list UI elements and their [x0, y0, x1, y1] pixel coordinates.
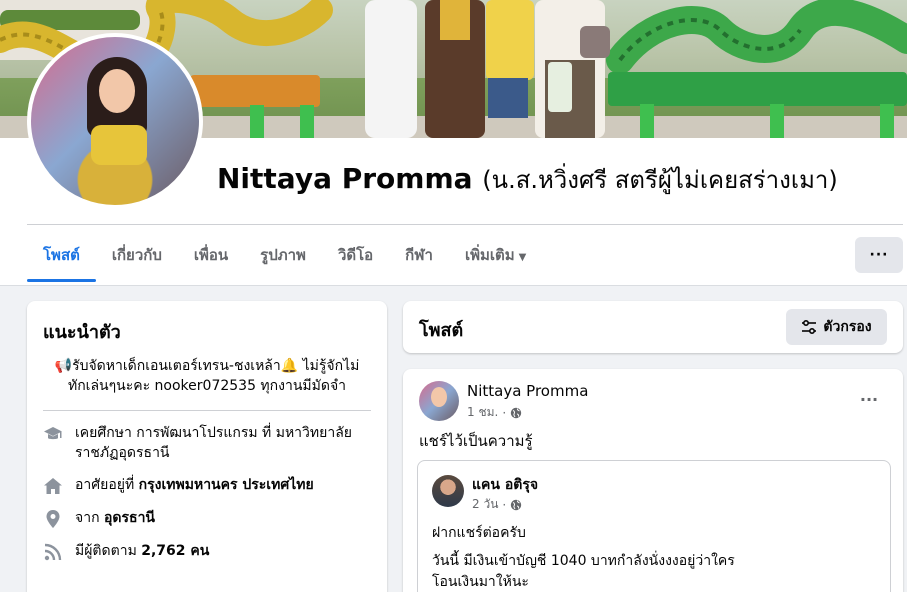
intro-from-place[interactable]: อุดรธานี [104, 510, 155, 526]
intro-education-text: เคยศึกษา การพัฒนาโปรแกรม ที่ มหาวิทยาลัย… [75, 423, 352, 463]
intro-bio-line1: 📢รับจัดหาเด็กเอนเตอร์เทรน-ชงเหล้า🔔 ไม่รู… [54, 358, 360, 374]
tab-photos[interactable]: รูปภาพ [244, 232, 322, 282]
tab-sports[interactable]: กีฬา [389, 232, 449, 282]
intro-from-text: จาก อุดรธานี [75, 508, 155, 528]
rss-icon [44, 543, 62, 561]
profile-avatar-image [31, 37, 199, 205]
shared-time[interactable]: 2 วัน [472, 495, 498, 514]
profile-alternate-name: (น.ส.หวิ่งศรี สตรีผู้ไม่เคยสร่างเมา) [482, 166, 838, 194]
tab-posts-label: โพสต์ [43, 246, 80, 264]
profile-more-button[interactable]: ··· [855, 237, 903, 273]
intro-lives-text: อาศัยอยู่ที่ กรุงเทพมหานคร ประเทศไทย [75, 475, 314, 495]
tab-photos-label: รูปภาพ [260, 246, 306, 264]
intro-bio-line2: ทักเล่นๆนะคะ nooker072535 ทุกงานมีมัดจำ [67, 378, 347, 394]
globe-icon [511, 499, 522, 510]
avatar-outfit [91, 125, 147, 165]
shared-text-line2: วันนี้ มีเงินเข้าบัญชี 1040 บาทกำลังนั่ง… [432, 553, 735, 569]
profile-tabs: โพสต์ เกี่ยวกับ เพื่อน รูปภาพ วิดีโอ กีฬ… [27, 232, 542, 282]
graduation-cap-icon [44, 427, 62, 440]
tab-posts[interactable]: โพสต์ [27, 232, 96, 282]
intro-title: แนะนำตัว [43, 322, 121, 343]
post-meta: 1 ชม. · [467, 403, 522, 422]
caret-down-icon: ▼ [518, 252, 527, 263]
filter-button-label: ตัวกรอง [823, 319, 872, 335]
tab-about[interactable]: เกี่ยวกับ [96, 232, 178, 282]
profile-name-text: Nittaya Promma [217, 162, 473, 195]
intro-separator [43, 410, 371, 411]
tab-friends-label: เพื่อน [193, 246, 229, 264]
header-divider [27, 224, 903, 225]
more-dots-icon: ··· [869, 247, 889, 263]
globe-icon [510, 407, 522, 418]
intro-followers-count: 2,762 คน [141, 543, 210, 559]
shared-author-name[interactable]: แคน อติรุจ [472, 474, 538, 496]
intro-bio: 📢รับจัดหาเด็กเอนเตอร์เทรน-ชงเหล้า🔔 ไม่รู… [43, 356, 371, 396]
tab-about-label: เกี่ยวกับ [111, 246, 162, 264]
tab-videos[interactable]: วิดีโอ [322, 232, 389, 282]
shared-text-line1: ฝากแชร์ต่อครับ [432, 525, 526, 541]
tab-sports-label: กีฬา [405, 246, 433, 264]
intro-from-prefix: จาก [75, 510, 104, 526]
intro-followers-text[interactable]: มีผู้ติดตาม 2,762 คน [75, 541, 209, 561]
intro-card: แนะนำตัว 📢รับจัดหาเด็กเอนเตอร์เทรน-ชงเหล… [27, 301, 387, 592]
meta-dot: · [502, 497, 507, 512]
intro-lives: อาศัยอยู่ที่ กรุงเทพมหานคร ประเทศไทย [43, 475, 371, 496]
profile-avatar[interactable] [27, 33, 203, 209]
post-time[interactable]: 1 ชม. [467, 403, 498, 422]
shared-meta: 2 วัน · [472, 495, 522, 514]
profile-name: Nittaya Promma (น.ส.หวิ่งศรี สตรีผู้ไม่เ… [217, 160, 838, 199]
more-dots-icon: ··· [859, 389, 879, 409]
tab-more-label: เพิ่มเติม [464, 246, 515, 264]
filter-button[interactable]: ตัวกรอง [786, 309, 887, 345]
filter-sliders-icon [802, 319, 817, 335]
post-card: Nittaya Promma 1 ชม. · ··· แชร์ไว้เป็นคว… [403, 369, 903, 592]
tab-videos-label: วิดีโอ [337, 246, 374, 264]
intro-lives-prefix: อาศัยอยู่ที่ [75, 477, 139, 493]
avatar-face [99, 69, 135, 113]
shared-post[interactable]: แคน อติรุจ 2 วัน · ฝากแชร์ต่อครับ วันนี้… [417, 460, 891, 592]
location-pin-icon [46, 510, 60, 528]
intro-education-line1: เคยศึกษา การพัฒนาโปรแกรม ที่ มหาวิทยาลัย [75, 425, 352, 441]
intro-education-line2[interactable]: ราชภัฏอุดรธานี [75, 443, 352, 463]
intro-followers-prefix: มีผู้ติดตาม [75, 543, 142, 559]
post-author-name[interactable]: Nittaya Promma [467, 382, 588, 400]
tab-friends[interactable]: เพื่อน [178, 232, 244, 282]
posts-header-card: โพสต์ ตัวกรอง [403, 301, 903, 353]
posts-title: โพสต์ [419, 320, 464, 341]
post-options-button[interactable]: ··· [853, 385, 885, 413]
intro-followers: มีผู้ติดตาม 2,762 คน [43, 541, 371, 562]
post-author-avatar[interactable] [419, 381, 459, 421]
shared-text-line3: โอนเงินมาให้นะ [432, 574, 529, 590]
meta-dot: · [502, 405, 507, 420]
post-text: แชร์ไว้เป็นความรู้ [419, 432, 533, 450]
home-icon [44, 478, 62, 494]
intro-from: จาก อุดรธานี [43, 508, 371, 529]
shared-author-avatar[interactable] [432, 475, 464, 507]
intro-education: เคยศึกษา การพัฒนาโปรแกรม ที่ มหาวิทยาลัย… [43, 423, 371, 463]
intro-lives-place[interactable]: กรุงเทพมหานคร ประเทศไทย [139, 477, 314, 493]
tab-more[interactable]: เพิ่มเติม ▼ [449, 232, 542, 282]
